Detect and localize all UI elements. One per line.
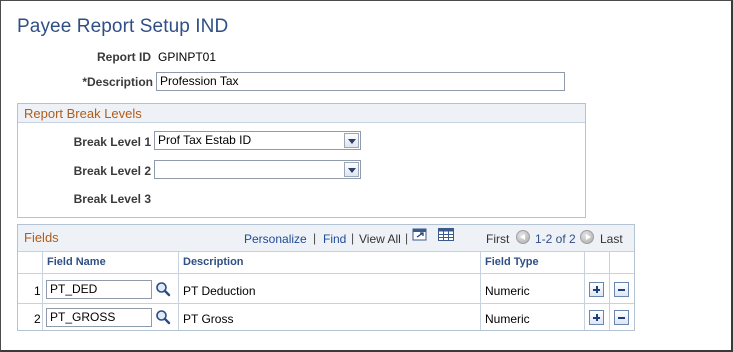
header-divider: [18, 273, 634, 274]
add-row-button[interactable]: [589, 310, 604, 325]
column-header-field-name[interactable]: Field Name: [47, 256, 106, 268]
magnifier-icon[interactable]: [155, 309, 171, 325]
column-divider: [178, 251, 179, 330]
toolbar-separator: |: [405, 231, 409, 245]
column-divider: [584, 251, 585, 330]
break-level-3-label: Break Level 3: [73, 192, 151, 206]
report-id-value: GPINPT01: [158, 50, 217, 64]
description-input[interactable]: Profession Tax: [156, 72, 565, 91]
break-level-1-label: Break Level 1: [73, 135, 151, 149]
delete-row-button[interactable]: [614, 310, 629, 325]
break-level-1-value: Prof Tax Estab ID: [158, 133, 252, 147]
page-title: Payee Report Setup IND: [17, 16, 229, 37]
column-divider: [480, 251, 481, 330]
field-type: Numeric: [485, 284, 530, 298]
fields-grid-title: Fields: [24, 230, 59, 245]
column-header-description[interactable]: Description: [183, 256, 244, 268]
grid-view-icon[interactable]: [438, 228, 454, 241]
toolbar-separator: |: [351, 231, 355, 245]
field-name-input[interactable]: PT_GROSS: [46, 308, 152, 327]
page-frame: Payee Report Setup IND Report ID GPINPT0…: [0, 0, 733, 352]
description-label: *Description: [82, 75, 153, 89]
row-range-text: 1-2 of 2: [535, 232, 576, 246]
field-type: Numeric: [485, 312, 530, 326]
first-link[interactable]: First: [486, 232, 509, 246]
column-divider: [609, 251, 610, 330]
toolbar-separator: |: [313, 231, 317, 245]
break-level-2-label: Break Level 2: [73, 164, 151, 178]
report-id-label: Report ID: [97, 50, 151, 64]
column-header-field-type[interactable]: Field Type: [485, 256, 539, 268]
next-arrow-icon[interactable]: [580, 230, 594, 244]
chevron-down-icon[interactable]: [344, 162, 359, 177]
chevron-down-icon[interactable]: [344, 133, 359, 148]
view-all-link[interactable]: View All: [359, 232, 401, 246]
magnifier-icon[interactable]: [155, 281, 171, 297]
field-name-input[interactable]: PT_DED: [46, 280, 152, 299]
report-break-levels-title: Report Break Levels: [18, 104, 585, 123]
previous-arrow-icon[interactable]: [516, 230, 530, 244]
personalize-link[interactable]: Personalize: [244, 232, 307, 246]
break-level-1-select[interactable]: Prof Tax Estab ID: [154, 131, 361, 150]
break-level-2-select[interactable]: [154, 160, 361, 179]
find-link[interactable]: Find: [323, 232, 346, 246]
add-row-button[interactable]: [589, 282, 604, 297]
field-description: PT Deduction: [183, 284, 256, 298]
field-description: PT Gross: [183, 312, 234, 326]
download-icon[interactable]: [412, 227, 428, 241]
delete-row-button[interactable]: [614, 282, 629, 297]
row-number: 2: [34, 312, 41, 326]
row-number: 1: [34, 284, 41, 298]
last-link[interactable]: Last: [600, 232, 623, 246]
column-divider: [42, 251, 43, 330]
row-divider: [18, 303, 634, 304]
